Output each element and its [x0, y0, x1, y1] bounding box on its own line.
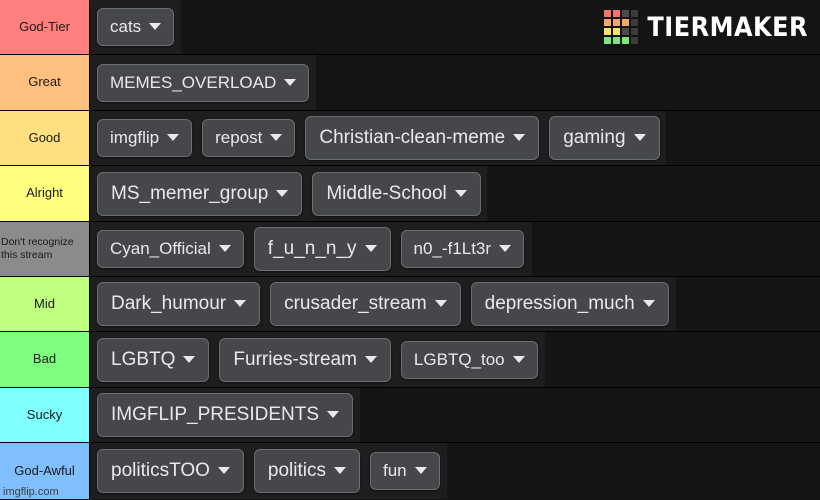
- stream-chip[interactable]: cats: [97, 8, 175, 46]
- stream-chip[interactable]: crusader_stream: [270, 282, 461, 326]
- stream-chip[interactable]: Furries-stream: [219, 337, 391, 382]
- stream-chip[interactable]: LGBTQ: [97, 337, 210, 382]
- tier-list-app: TIERMAKER God-Tier cats Great MEMES_OVERLOA…: [0, 0, 820, 500]
- stream-chip[interactable]: politicsTOO: [97, 449, 244, 493]
- chevron-down-icon[interactable]: [183, 355, 196, 363]
- tier-label-8[interactable]: God-Awful: [0, 443, 90, 499]
- tier-row: Bad LGBTQ Furries-stream LGBTQ_too: [0, 332, 820, 388]
- tier-rows-container: God-Tier cats Great MEMES_OVERLOAD Good imgfl…: [0, 0, 820, 499]
- chevron-down-icon[interactable]: [454, 189, 467, 197]
- stream-chip[interactable]: MS_memer_group: [97, 171, 303, 216]
- tier-row: Great MEMES_OVERLOAD: [0, 55, 820, 111]
- chevron-down-icon[interactable]: [218, 245, 231, 252]
- chevron-down-icon[interactable]: [234, 300, 247, 307]
- tier-label-7[interactable]: Sucky: [0, 388, 90, 442]
- stream-chip-label: crusader_stream: [284, 293, 427, 314]
- tier-label-5[interactable]: Mid: [0, 277, 90, 331]
- tier-row: Don't recognize this stream Cyan_Official…: [0, 222, 820, 277]
- chevron-down-icon[interactable]: [434, 300, 447, 307]
- chevron-down-icon[interactable]: [284, 78, 297, 86]
- stream-chip-label: cats: [110, 17, 142, 36]
- tier-row-items[interactable]: Cyan_Official f_u_n_n_y n0_-f1Lt3r: [90, 222, 820, 276]
- tier-row: Sucky IMGFLIP_PRESIDENTS: [0, 388, 820, 443]
- stream-chip-label: n0_-f1Lt3r: [413, 239, 492, 258]
- tier-label-2[interactable]: Good: [0, 111, 90, 165]
- tier-row-items[interactable]: MS_memer_group Middle-School: [90, 166, 820, 221]
- tier-label-4[interactable]: Don't recognize this stream: [0, 222, 90, 276]
- stream-chip-label: MS_memer_group: [111, 182, 269, 204]
- chevron-down-icon[interactable]: [270, 134, 283, 141]
- stream-chip-label: gaming: [563, 127, 626, 148]
- stream-chip[interactable]: MEMES_OVERLOAD: [97, 63, 310, 102]
- stream-chip-label: LGBTQ_too: [413, 349, 505, 369]
- chevron-down-icon[interactable]: [364, 355, 377, 363]
- tier-label-0[interactable]: God-Tier: [0, 0, 90, 54]
- chevron-down-icon[interactable]: [513, 134, 526, 141]
- tier-label-3[interactable]: Alright: [0, 166, 90, 221]
- tier-row: Good imgflip repost Christian-clean-meme gam…: [0, 111, 820, 166]
- stream-chip[interactable]: f_u_n_n_y: [253, 227, 391, 271]
- chevron-down-icon[interactable]: [642, 300, 655, 307]
- tier-row-items[interactable]: IMGFLIP_PRESIDENTS: [90, 388, 820, 442]
- tier-row: Mid Dark_humour crusader_stream depression_…: [0, 277, 820, 332]
- stream-chip[interactable]: repost: [202, 119, 296, 157]
- stream-chip-label: Middle-School: [326, 182, 447, 204]
- chevron-down-icon[interactable]: [327, 411, 339, 418]
- tier-label-1[interactable]: Great: [0, 55, 90, 110]
- chevron-down-icon[interactable]: [512, 355, 525, 363]
- chevron-down-icon[interactable]: [633, 134, 646, 141]
- tier-row: God-Awful politicsTOO politics fun: [0, 443, 820, 499]
- stream-chip-label: Furries-stream: [233, 348, 357, 370]
- stream-chip[interactable]: gaming: [549, 116, 660, 160]
- stream-chip[interactable]: Cyan_Official: [97, 230, 244, 268]
- tier-row-items[interactable]: imgflip repost Christian-clean-meme gaming: [90, 111, 820, 165]
- tier-row-items[interactable]: politicsTOO politics fun: [90, 443, 820, 499]
- stream-chip[interactable]: politics: [253, 449, 360, 493]
- stream-chip-label: imgflip: [110, 128, 160, 147]
- stream-chip[interactable]: n0_-f1Lt3r: [400, 230, 525, 268]
- chevron-down-icon[interactable]: [414, 467, 427, 474]
- stream-chip-label: repost: [215, 128, 263, 147]
- stream-chip[interactable]: imgflip: [97, 119, 193, 157]
- stream-chip-label: depression_much: [484, 293, 635, 314]
- stream-chip-label: IMGFLIP_PRESIDENTS: [111, 404, 319, 425]
- stream-chip[interactable]: fun: [369, 452, 440, 490]
- stream-chip[interactable]: LGBTQ_too: [400, 340, 538, 379]
- chevron-down-icon[interactable]: [364, 245, 377, 252]
- tier-row-items[interactable]: cats: [90, 0, 820, 54]
- stream-chip-label: politicsTOO: [111, 460, 210, 481]
- chevron-down-icon[interactable]: [499, 245, 512, 252]
- chevron-down-icon[interactable]: [167, 134, 180, 141]
- stream-chip[interactable]: IMGFLIP_PRESIDENTS: [97, 393, 353, 437]
- stream-chip[interactable]: Christian-clean-meme: [305, 116, 540, 160]
- stream-chip[interactable]: Middle-School: [312, 171, 481, 216]
- stream-chip-label: fun: [382, 461, 407, 480]
- chevron-down-icon[interactable]: [217, 467, 230, 474]
- stream-chip[interactable]: Dark_humour: [97, 282, 261, 326]
- tier-row-items[interactable]: MEMES_OVERLOAD: [90, 55, 820, 110]
- tier-row: Alright MS_memer_group Middle-School: [0, 166, 820, 222]
- tier-row-items[interactable]: LGBTQ Furries-stream LGBTQ_too: [90, 332, 820, 387]
- tier-row: God-Tier cats: [0, 0, 820, 55]
- stream-chip[interactable]: depression_much: [470, 282, 669, 326]
- stream-chip-label: f_u_n_n_y: [267, 238, 357, 259]
- stream-chip-label: MEMES_OVERLOAD: [110, 72, 277, 92]
- stream-chip-label: LGBTQ: [111, 348, 176, 370]
- chevron-down-icon[interactable]: [333, 467, 346, 474]
- stream-chip-label: Cyan_Official: [110, 239, 211, 258]
- chevron-down-icon[interactable]: [149, 23, 162, 30]
- stream-chip-label: Christian-clean-meme: [319, 127, 506, 148]
- tier-row-items[interactable]: Dark_humour crusader_stream depression_muc…: [90, 277, 820, 331]
- stream-chip-label: Dark_humour: [111, 293, 227, 314]
- chevron-down-icon[interactable]: [276, 189, 289, 197]
- stream-chip-label: politics: [267, 460, 326, 481]
- tier-label-6[interactable]: Bad: [0, 332, 90, 387]
